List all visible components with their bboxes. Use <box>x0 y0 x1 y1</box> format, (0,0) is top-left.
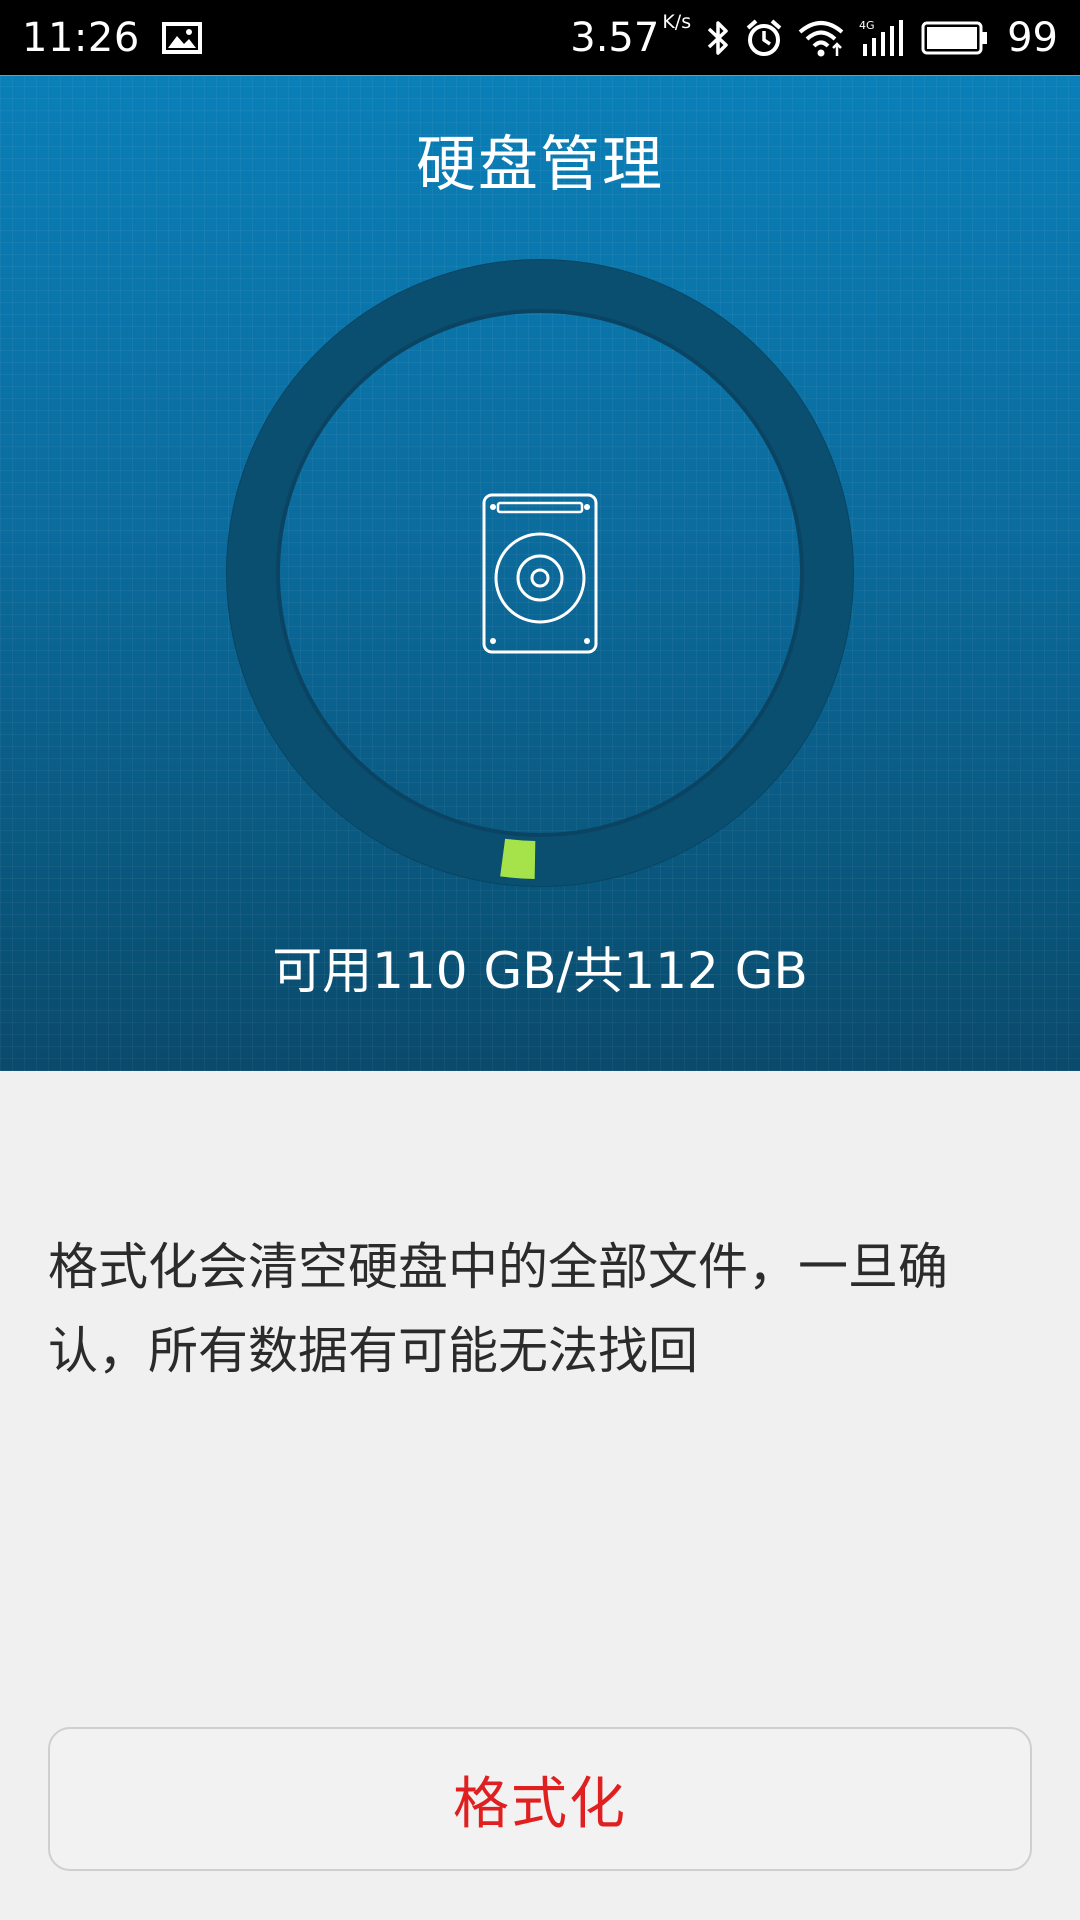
storage-panel: 硬盘管理 可用110 GB/共112 GB <box>0 75 1080 1071</box>
alarm-icon <box>745 18 783 58</box>
battery-level: 99 <box>1007 14 1058 61</box>
storage-summary: 可用110 GB/共112 GB <box>272 942 808 1000</box>
bluetooth-icon <box>705 18 731 58</box>
format-warning-text: 格式化会清空硬盘中的全部文件，一旦确认，所有数据有可能无法找回 <box>48 1238 948 1380</box>
format-button[interactable]: 格式化 <box>48 1727 1032 1871</box>
network-speed: 3.57 K/s <box>570 11 691 61</box>
status-bar: 11:26 3.57 K/s 4G 99 <box>0 0 1080 75</box>
svg-text:4G: 4G <box>859 19 875 32</box>
used-space-arc <box>500 838 536 879</box>
network-speed-unit: K/s <box>662 10 692 33</box>
battery-icon <box>921 20 989 56</box>
hard-disk-icon <box>480 491 600 656</box>
wifi-icon <box>797 18 845 58</box>
4g-signal-icon: 4G <box>859 18 907 58</box>
status-indicators: 3.57 K/s 4G 99 <box>570 11 1058 61</box>
status-time: 11:26 <box>22 14 140 61</box>
network-speed-value: 3.57 <box>570 14 660 61</box>
image-icon <box>161 21 202 54</box>
